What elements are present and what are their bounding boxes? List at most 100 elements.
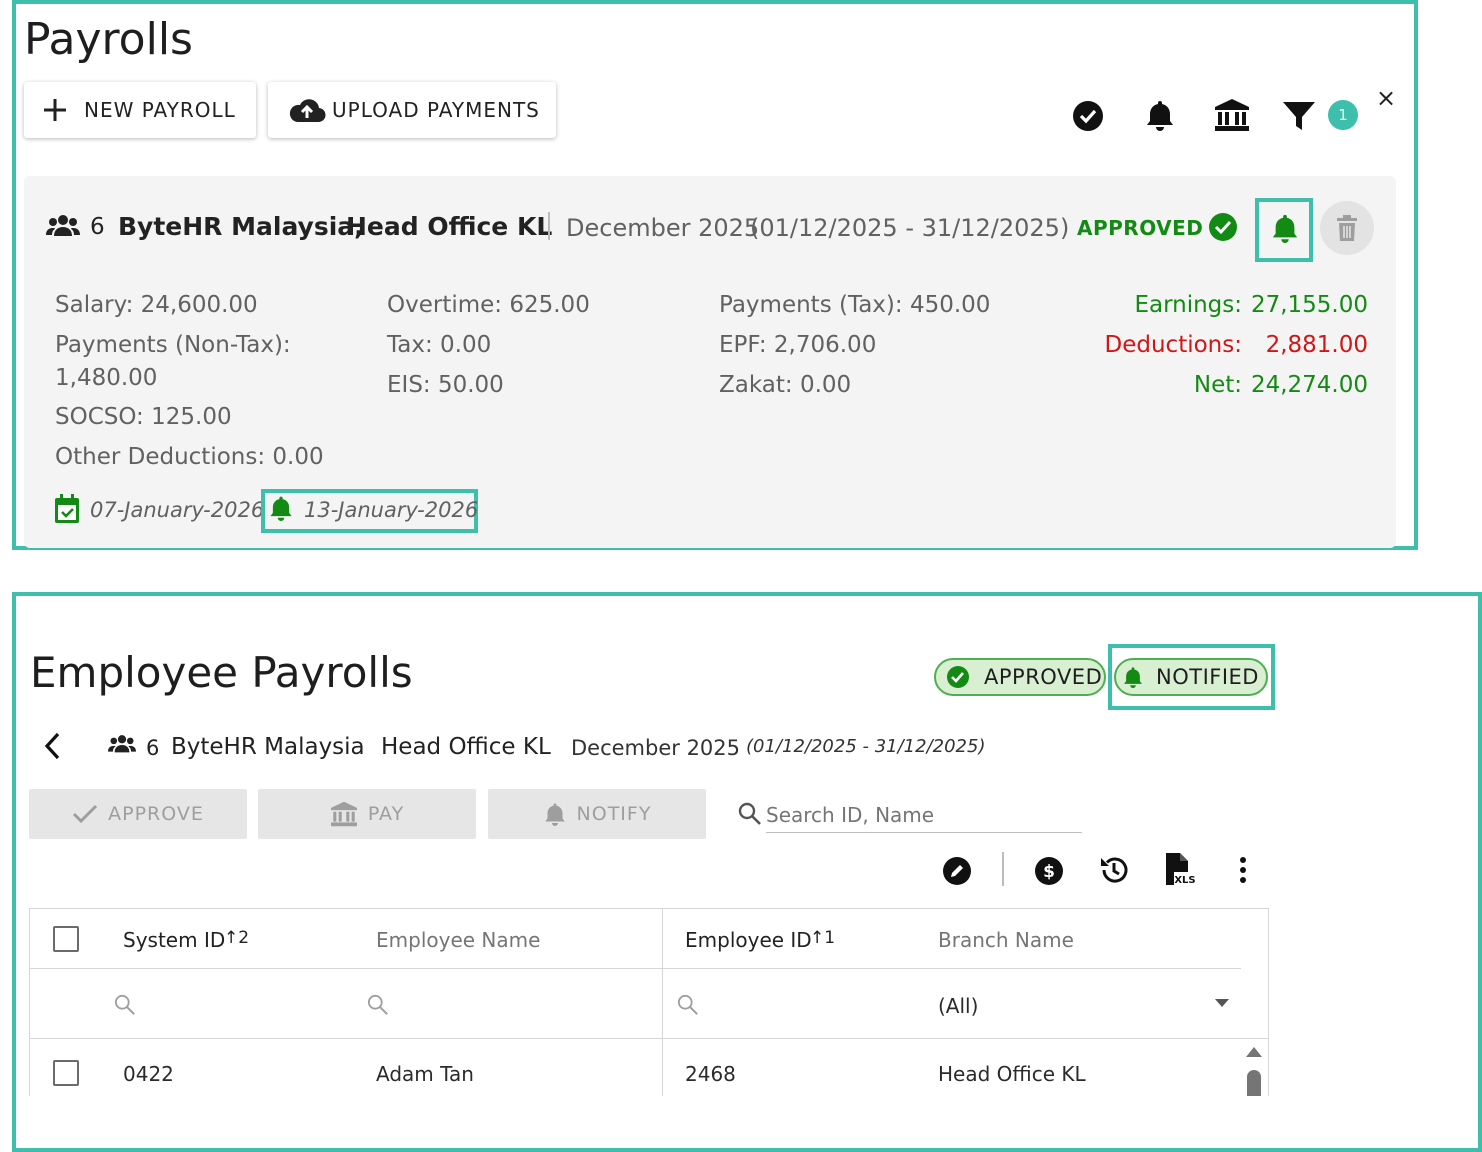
bell-icon bbox=[543, 801, 567, 827]
notified-date: 13-January-2026 bbox=[304, 498, 479, 522]
filter-row-divider bbox=[29, 1038, 1269, 1039]
search-icon bbox=[738, 802, 762, 826]
payroll-range: (01/12/2025 - 31/12/2025) bbox=[750, 214, 1070, 242]
svg-text:XLS: XLS bbox=[1174, 875, 1195, 886]
row-checkbox[interactable] bbox=[53, 1060, 79, 1086]
column-header-employee-id[interactable]: Employee ID bbox=[685, 928, 812, 952]
column-header-system-id[interactable]: System ID bbox=[123, 928, 225, 952]
toolbar-divider bbox=[1002, 852, 1004, 886]
summary-epf: EPF: 2,706.00 bbox=[719, 332, 877, 358]
filter-search-icon[interactable] bbox=[114, 994, 136, 1016]
payroll-period: December 2025 bbox=[566, 214, 760, 242]
branch-name: Head Office KL bbox=[381, 734, 551, 760]
check-icon bbox=[72, 803, 98, 825]
check-circle-icon[interactable] bbox=[1072, 100, 1104, 132]
summary-salary: Salary: 24,600.00 bbox=[55, 292, 258, 318]
column-header-employee-name[interactable]: Employee Name bbox=[376, 928, 540, 952]
employee-count: 6 bbox=[146, 736, 160, 760]
notified-bell-icon[interactable] bbox=[1270, 212, 1300, 244]
status-approved-pill: APPROVED bbox=[934, 658, 1106, 696]
summary-zakat: Zakat: 0.00 bbox=[719, 372, 852, 398]
approve-button[interactable]: APPROVE bbox=[29, 789, 247, 839]
scroll-up-arrow[interactable] bbox=[1245, 1046, 1263, 1058]
payroll-range: (01/12/2025 - 31/12/2025) bbox=[746, 736, 986, 757]
company-name: ByteHR Malaysia bbox=[171, 734, 365, 760]
approved-check-icon bbox=[1208, 212, 1238, 242]
sort-indicator-employee-id: ↑1 bbox=[810, 928, 836, 948]
search-input[interactable] bbox=[766, 798, 1082, 833]
bank-icon[interactable] bbox=[1214, 98, 1250, 132]
notify-button[interactable]: NOTIFY bbox=[488, 789, 706, 839]
upload-payments-label: UPLOAD PAYMENTS bbox=[332, 98, 540, 122]
xls-file-icon[interactable]: XLS bbox=[1164, 852, 1196, 886]
filter-icon[interactable] bbox=[1282, 100, 1316, 132]
calendar-check-icon bbox=[54, 494, 80, 524]
deductions-label: Deductions: bbox=[1104, 332, 1242, 358]
company-name: ByteHR Malaysia, bbox=[118, 212, 364, 241]
summary-other-deductions: Other Deductions: 0.00 bbox=[55, 444, 324, 470]
divider bbox=[548, 212, 550, 240]
summary-tax: Tax: 0.00 bbox=[387, 332, 492, 358]
new-payroll-button[interactable]: NEW PAYROLL bbox=[24, 82, 256, 138]
chevron-down-icon[interactable] bbox=[1214, 998, 1230, 1008]
summary-payments-tax: Payments (Tax): 450.00 bbox=[719, 292, 991, 318]
employee-count: 6 bbox=[90, 214, 105, 240]
branch-filter-select[interactable]: (All) bbox=[938, 994, 978, 1018]
status-notified-label: NOTIFIED bbox=[1156, 665, 1259, 689]
new-payroll-label: NEW PAYROLL bbox=[84, 98, 236, 122]
filter-search-icon[interactable] bbox=[367, 994, 389, 1016]
dollar-icon[interactable]: $ bbox=[1034, 856, 1064, 886]
pay-label: PAY bbox=[367, 803, 405, 825]
delete-button[interactable] bbox=[1320, 201, 1374, 255]
close-icon[interactable]: × bbox=[1376, 84, 1396, 112]
check-circle-icon bbox=[946, 665, 970, 689]
cell-employee-name: Adam Tan bbox=[376, 1062, 474, 1086]
bell-icon[interactable] bbox=[1144, 98, 1176, 132]
history-icon[interactable] bbox=[1098, 854, 1130, 886]
page-title: Payrolls bbox=[24, 14, 193, 65]
branch-name: Head Office KL bbox=[346, 212, 553, 241]
sort-indicator-system-id: ↑2 bbox=[224, 928, 250, 948]
summary-socso: SOCSO: 125.00 bbox=[55, 404, 232, 430]
cell-employee-id: 2468 bbox=[685, 1062, 736, 1086]
upload-payments-button[interactable]: UPLOAD PAYMENTS bbox=[268, 82, 556, 138]
cell-branch: Head Office KL bbox=[938, 1062, 1086, 1086]
summary-overtime: Overtime: 625.00 bbox=[387, 292, 590, 318]
bank-icon bbox=[330, 801, 358, 827]
net-value: 24,274.00 bbox=[1250, 372, 1368, 398]
select-all-checkbox[interactable] bbox=[53, 926, 79, 952]
column-header-branch-name[interactable]: Branch Name bbox=[938, 928, 1074, 952]
notify-label: NOTIFY bbox=[576, 803, 652, 825]
svg-text:$: $ bbox=[1043, 862, 1055, 882]
cell-system-id: 0422 bbox=[123, 1062, 174, 1086]
summary-payments-nontax-value: 1,480.00 bbox=[55, 365, 158, 391]
employee-payrolls-title: Employee Payrolls bbox=[30, 648, 413, 697]
status-notified-pill: NOTIFIED bbox=[1114, 658, 1268, 696]
filter-search-icon[interactable] bbox=[677, 994, 699, 1016]
summary-eis: EIS: 50.00 bbox=[387, 372, 504, 398]
cloud-upload-icon bbox=[288, 96, 326, 124]
approved-date: 07-January-2026 bbox=[90, 498, 265, 522]
edit-icon[interactable] bbox=[942, 856, 972, 886]
earnings-value: 27,155.00 bbox=[1250, 292, 1368, 318]
earnings-label: Earnings: bbox=[1134, 292, 1242, 318]
approve-label: APPROVE bbox=[108, 803, 204, 825]
scrollbar-thumb[interactable] bbox=[1247, 1070, 1261, 1096]
status-approved-label: APPROVED bbox=[984, 665, 1103, 689]
header-divider bbox=[29, 968, 1241, 969]
column-divider bbox=[662, 908, 663, 1096]
net-label: Net: bbox=[1193, 372, 1242, 398]
summary-payments-nontax: Payments (Non-Tax): bbox=[55, 332, 291, 358]
notified-date-bell-icon bbox=[268, 494, 294, 522]
group-icon bbox=[108, 734, 136, 756]
trash-icon bbox=[1335, 214, 1359, 242]
bell-icon bbox=[1122, 665, 1144, 689]
filter-count-badge: 1 bbox=[1328, 100, 1358, 130]
group-icon bbox=[46, 214, 80, 240]
more-vert-icon[interactable] bbox=[1236, 856, 1250, 884]
status-approved: APPROVED bbox=[1077, 216, 1204, 240]
back-button[interactable] bbox=[42, 730, 64, 762]
pay-button[interactable]: PAY bbox=[258, 789, 476, 839]
deductions-value: 2,881.00 bbox=[1265, 332, 1368, 358]
plus-icon bbox=[42, 97, 68, 123]
